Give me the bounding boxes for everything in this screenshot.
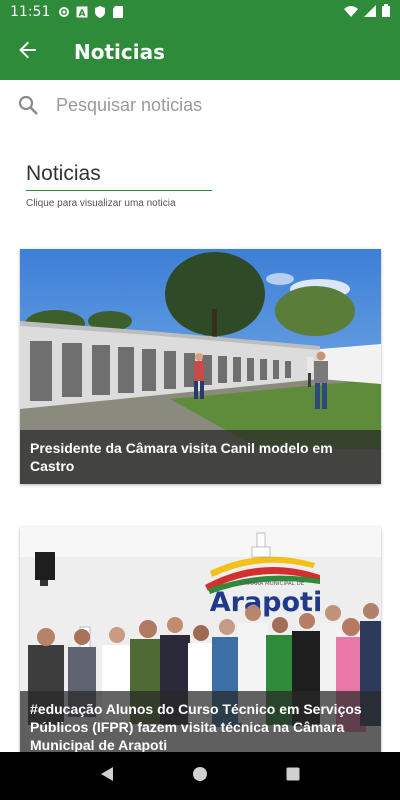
recents-square-icon (285, 766, 301, 787)
home-circle-icon (192, 766, 208, 787)
search-input[interactable] (56, 94, 356, 116)
news-title: Presidente da Câmara visita Canil modelo… (20, 430, 381, 484)
navigation-bar (0, 752, 400, 800)
page-title: Noticias (74, 40, 166, 64)
search-bar (0, 80, 400, 130)
back-button[interactable] (0, 24, 56, 80)
search-icon (0, 95, 56, 115)
wifi-icon (344, 4, 358, 20)
logo-subtext: CÂMARA MUNICIPAL DE (240, 580, 305, 587)
news-list[interactable]: Noticias Clique para visualizar uma noti… (0, 130, 400, 752)
app-bar: Noticias (0, 24, 400, 80)
settings-icon (58, 6, 70, 18)
news-card[interactable]: CÂMARA MUNICIPAL DE Arapoti #educação Al… (20, 527, 381, 752)
status-time: 11:51 (10, 4, 51, 20)
section-title: Noticias (26, 162, 101, 185)
nav-home-button[interactable] (180, 756, 220, 796)
font-icon: A (76, 6, 88, 18)
nav-recents-button[interactable] (273, 756, 313, 796)
shield-icon (94, 6, 106, 18)
signal-icon (364, 4, 376, 20)
svg-text:A: A (79, 9, 86, 18)
news-card[interactable]: Presidente da Câmara visita Canil modelo… (20, 249, 381, 484)
arrow-back-icon (19, 41, 37, 64)
status-bar: 11:51 A (0, 0, 400, 24)
section-subtitle: Clique para visualizar uma noticia (26, 198, 176, 209)
battery-icon (382, 4, 390, 20)
sd-card-icon (112, 6, 124, 18)
section-divider (26, 190, 212, 191)
nav-back-button[interactable] (87, 756, 127, 796)
news-title: #educação Alunos do Curso Técnico em Ser… (20, 691, 381, 752)
back-triangle-icon (99, 766, 115, 787)
